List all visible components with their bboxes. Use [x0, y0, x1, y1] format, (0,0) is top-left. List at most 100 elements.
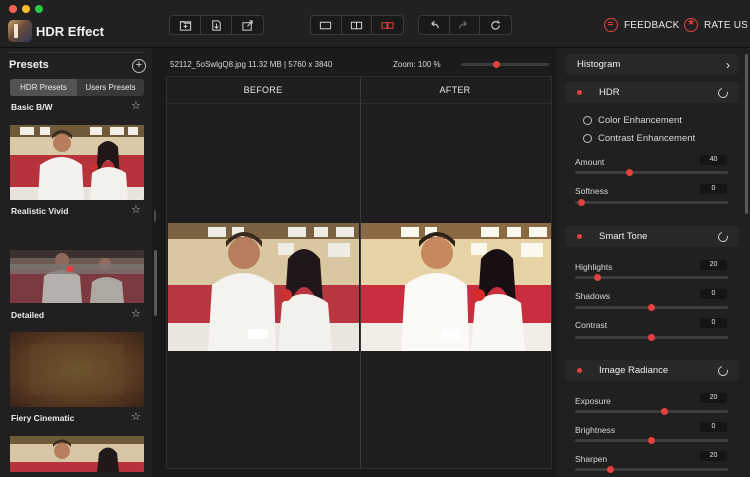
- sharpen-slider-knob[interactable]: [607, 466, 614, 473]
- zoom-slider[interactable]: [461, 61, 549, 68]
- highlights-slider-knob[interactable]: [594, 274, 601, 281]
- smart-tone-section-header[interactable]: Smart Tone: [566, 226, 738, 247]
- preset-photo: [10, 125, 144, 200]
- preset-thumbnail-realistic-vivid[interactable]: [10, 125, 144, 200]
- option-label: Contrast Enhancement: [598, 133, 696, 144]
- shadows-value[interactable]: 0: [700, 289, 727, 299]
- split-view-icon: [350, 21, 363, 29]
- reset-icon[interactable]: [716, 85, 730, 100]
- compare-header: BEFORE AFTER: [167, 77, 551, 104]
- preset-thumbnail-fiery-cinematic[interactable]: [10, 332, 144, 407]
- compare-view-icon: [381, 21, 394, 29]
- exposure-slider-knob[interactable]: [661, 408, 668, 415]
- view-mode-toolbar: [310, 15, 404, 35]
- histogram-button[interactable]: Histogram ›: [566, 54, 738, 75]
- import-button[interactable]: [201, 16, 232, 34]
- close-window-button[interactable]: [9, 5, 17, 13]
- contrast-slider[interactable]: [575, 334, 728, 341]
- presets-tabs: HDR Presets Users Presets: [10, 79, 144, 96]
- histogram-label: Histogram: [577, 59, 621, 70]
- preset-label: Fiery Cinematic: [11, 413, 75, 423]
- option-label: Color Enhancement: [598, 115, 682, 126]
- sharpen-slider[interactable]: [575, 466, 728, 473]
- highlights-value[interactable]: 20: [700, 260, 727, 270]
- hdr-section-header[interactable]: HDR: [566, 82, 738, 103]
- brightness-value[interactable]: 0: [700, 422, 727, 432]
- amount-label: Amount: [575, 157, 605, 167]
- preset-label: Realistic Vivid: [11, 206, 69, 216]
- favorite-star-icon[interactable]: ☆: [131, 205, 141, 216]
- brightness-slider[interactable]: [575, 437, 728, 444]
- adjustments-scrollbar[interactable]: [745, 54, 748, 214]
- undo-button[interactable]: [419, 16, 450, 34]
- undo-icon: [431, 20, 440, 28]
- sharpen-value[interactable]: 20: [700, 451, 727, 461]
- brightness-slider-knob[interactable]: [648, 437, 655, 444]
- contrast-value[interactable]: 0: [700, 318, 727, 328]
- app-logo-icon: [8, 20, 32, 42]
- preset-thumbnail-detailed[interactable]: [10, 250, 144, 303]
- contrast-slider-knob[interactable]: [648, 334, 655, 341]
- amount-slider-knob[interactable]: [626, 169, 633, 176]
- preset-photo: [10, 332, 144, 407]
- feedback-icon: [604, 18, 618, 32]
- reset-icon: [491, 19, 501, 30]
- compare-view: BEFORE AFTER: [166, 76, 552, 469]
- brightness-label: Brightness: [575, 425, 616, 435]
- share-icon: [242, 19, 253, 31]
- rate-us-link[interactable]: RATE US: [684, 17, 748, 32]
- contrast-label: Contrast: [575, 320, 608, 330]
- tab-hdr-presets[interactable]: HDR Presets: [10, 79, 77, 96]
- section-dot-icon: [577, 368, 582, 373]
- exposure-value[interactable]: 20: [700, 393, 727, 403]
- chevron-right-icon: ›: [726, 57, 730, 72]
- minimize-window-button[interactable]: [22, 5, 30, 13]
- after-image: [361, 223, 551, 351]
- favorite-star-icon[interactable]: ☆: [131, 309, 141, 320]
- rate-icon: [684, 17, 698, 32]
- import-icon: [211, 19, 221, 31]
- contrast-enhancement-option[interactable]: Contrast Enhancement: [583, 133, 695, 144]
- hdr-title: HDR: [599, 87, 620, 98]
- zoom-slider-knob[interactable]: [493, 61, 500, 68]
- amount-slider[interactable]: [575, 169, 728, 176]
- color-enhancement-option[interactable]: Color Enhancement: [583, 115, 682, 126]
- preset-thumbnail-next[interactable]: [10, 436, 144, 472]
- favorite-star-icon[interactable]: ☆: [131, 412, 141, 423]
- feedback-label: FEEDBACK: [624, 19, 680, 31]
- exposure-slider[interactable]: [575, 408, 728, 415]
- shadows-slider-knob[interactable]: [648, 304, 655, 311]
- preset-label: Basic B/W: [11, 102, 53, 112]
- single-view-button[interactable]: [311, 16, 342, 34]
- presets-title: Presets: [9, 59, 49, 71]
- redo-button[interactable]: [450, 16, 481, 34]
- softness-slider[interactable]: [575, 199, 728, 206]
- compare-view-button[interactable]: [372, 16, 403, 34]
- exposure-label: Exposure: [575, 396, 611, 406]
- image-radiance-section-header[interactable]: Image Radiance: [566, 360, 738, 381]
- radio-icon: [583, 134, 592, 143]
- tab-users-presets[interactable]: Users Presets: [77, 79, 144, 96]
- feedback-link[interactable]: FEEDBACK: [604, 18, 680, 32]
- softness-slider-knob[interactable]: [578, 199, 585, 206]
- split-view-button[interactable]: [342, 16, 373, 34]
- open-file-button[interactable]: [170, 16, 201, 34]
- zoom-window-button[interactable]: [35, 5, 43, 13]
- presets-scrollbar-track[interactable]: [154, 210, 156, 222]
- reset-button[interactable]: [480, 16, 511, 34]
- single-view-icon: [320, 21, 332, 29]
- after-photo: [361, 223, 551, 351]
- before-label: BEFORE: [243, 85, 283, 95]
- presets-divider: [8, 52, 144, 53]
- favorite-star-icon[interactable]: ☆: [131, 101, 141, 112]
- reset-icon[interactable]: [716, 229, 730, 244]
- reset-icon[interactable]: [716, 363, 730, 378]
- add-preset-button[interactable]: +: [132, 59, 146, 73]
- presets-scrollbar[interactable]: [154, 250, 157, 316]
- shadows-slider[interactable]: [575, 304, 728, 311]
- shadows-label: Shadows: [575, 291, 610, 301]
- highlights-slider[interactable]: [575, 274, 728, 281]
- amount-value[interactable]: 40: [700, 155, 727, 165]
- share-button[interactable]: [232, 16, 263, 34]
- softness-value[interactable]: 0: [700, 184, 727, 194]
